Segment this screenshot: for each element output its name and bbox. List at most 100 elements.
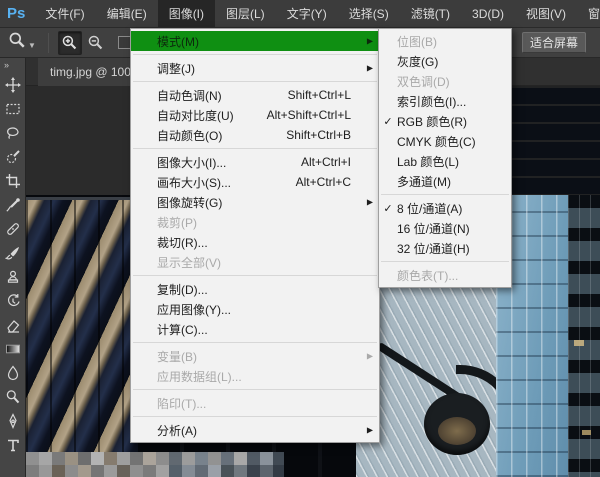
menubar: Ps 文件(F) 编辑(E) 图像(I) 图层(L) 文字(Y) 选择(S) 滤… [0, 0, 600, 28]
eraser-tool-icon [5, 317, 21, 333]
menu-item-apply-image[interactable]: 应用图像(Y)... [131, 299, 379, 319]
menu-item-rgb-color[interactable]: RGB 颜色(R) [379, 111, 511, 131]
menu-item-calculations[interactable]: 计算(C)... [131, 319, 379, 339]
menu-item-8-bits-channel[interactable]: 8 位/通道(A) [379, 198, 511, 218]
brush-tool-icon [5, 245, 21, 261]
marquee-tool-icon [5, 101, 21, 117]
menu-item-image-rotation[interactable]: 图像旋转(G) [131, 192, 379, 212]
tool-move[interactable] [1, 73, 25, 97]
menu-item-32-bits-channel[interactable]: 32 位/通道(H) [379, 238, 511, 258]
tool-blur[interactable] [1, 361, 25, 385]
menu-item-duotone: 双色调(D) [379, 71, 511, 91]
tool-quick-selection[interactable] [1, 145, 25, 169]
crop-tool-icon [5, 173, 21, 189]
menu-item-analysis[interactable]: 分析(A) [131, 420, 379, 440]
zoom-in-button[interactable] [58, 31, 82, 55]
menubar-item-3d[interactable]: 3D(D) [461, 0, 515, 27]
shortcut: Alt+Ctrl+C [296, 175, 371, 189]
tool-gradient[interactable] [1, 337, 25, 361]
dropdown-caret-icon[interactable]: ▼ [28, 41, 36, 50]
menu-separator [131, 386, 379, 393]
photoshop-logo: Ps [0, 0, 34, 27]
menu-item-canvas-size[interactable]: 画布大小(S)...Alt+Ctrl+C [131, 172, 379, 192]
checkmark-icon [379, 115, 397, 128]
blur-tool-icon [5, 365, 21, 381]
menu-item-lab-color[interactable]: Lab 颜色(L) [379, 151, 511, 171]
menu-item-image-size[interactable]: 图像大小(I)...Alt+Ctrl+I [131, 152, 379, 172]
tool-clone-stamp[interactable] [1, 265, 25, 289]
menu-item-indexed-color[interactable]: 索引颜色(I)... [379, 91, 511, 111]
photo-lamp-glass [438, 417, 476, 445]
shortcut: Alt+Shift+Ctrl+L [267, 108, 371, 122]
menu-separator [131, 78, 379, 85]
type-tool-icon [5, 437, 21, 453]
menu-item-adjustments[interactable]: 调整(J) [131, 58, 379, 78]
menu-item-16-bits-channel[interactable]: 16 位/通道(N) [379, 218, 511, 238]
menu-item-reveal-all: 显示全部(V) [131, 252, 379, 272]
history-brush-tool-icon [5, 293, 21, 309]
tool-history-brush[interactable] [1, 289, 25, 313]
menu-item-auto-color[interactable]: 自动颜色(O)Shift+Ctrl+B [131, 125, 379, 145]
shortcut: Shift+Ctrl+L [288, 88, 371, 102]
photo-building-top-right [500, 86, 600, 196]
menu-item-crop: 裁剪(P) [131, 212, 379, 232]
lasso-tool-icon [5, 125, 21, 141]
divider [48, 33, 49, 53]
tool-dodge[interactable] [1, 385, 25, 409]
menubar-item-image[interactable]: 图像(I) [158, 0, 215, 27]
tools-panel: » [0, 58, 26, 477]
tool-eraser[interactable] [1, 313, 25, 337]
photo-lit-window [582, 430, 591, 435]
photoshop-window: Ps 文件(F) 编辑(E) 图像(I) 图层(L) 文字(Y) 选择(S) 滤… [0, 0, 600, 477]
menu-separator [379, 258, 511, 265]
tool-spot-healing-brush[interactable] [1, 217, 25, 241]
menu-item-apply-data-set: 应用数据组(L)... [131, 366, 379, 386]
clone-stamp-tool-icon [5, 269, 21, 285]
collapse-panel-icon[interactable]: » [0, 58, 25, 73]
menu-item-auto-contrast[interactable]: 自动对比度(U)Alt+Shift+Ctrl+L [131, 105, 379, 125]
menu-item-auto-tone[interactable]: 自动色调(N)Shift+Ctrl+L [131, 85, 379, 105]
menu-separator [131, 145, 379, 152]
image-menu-dropdown: 模式(M) 调整(J) 自动色调(N)Shift+Ctrl+L 自动对比度(U)… [130, 28, 380, 443]
menu-item-grayscale[interactable]: 灰度(G) [379, 51, 511, 71]
move-tool-icon [5, 77, 21, 93]
menubar-item-select[interactable]: 选择(S) [338, 0, 400, 27]
menu-item-multichannel[interactable]: 多通道(M) [379, 171, 511, 191]
menubar-item-layer[interactable]: 图层(L) [215, 0, 276, 27]
shortcut: Shift+Ctrl+B [286, 128, 371, 142]
tool-rectangular-marquee[interactable] [1, 97, 25, 121]
menu-item-duplicate[interactable]: 复制(D)... [131, 279, 379, 299]
menubar-item-view[interactable]: 视图(V) [515, 0, 577, 27]
healing-brush-tool-icon [5, 221, 21, 237]
tool-brush[interactable] [1, 241, 25, 265]
tool-lasso[interactable] [1, 121, 25, 145]
shortcut: Alt+Ctrl+I [301, 155, 371, 169]
zoom-tool-icon [8, 31, 26, 54]
zoom-out-button[interactable] [84, 31, 108, 55]
menubar-item-file[interactable]: 文件(F) [34, 0, 95, 27]
tool-crop[interactable] [1, 169, 25, 193]
menubar-item-window[interactable]: 窗口(W) [577, 0, 600, 27]
menu-item-bitmap: 位图(B) [379, 31, 511, 51]
menu-separator [379, 191, 511, 198]
gradient-tool-icon [5, 341, 21, 357]
menu-item-mode[interactable]: 模式(M) [131, 31, 379, 51]
photo-building-left [26, 197, 138, 477]
menu-separator [131, 272, 379, 279]
menubar-item-type[interactable]: 文字(Y) [276, 0, 338, 27]
tool-pen[interactable] [1, 409, 25, 433]
menubar-item-filter[interactable]: 滤镜(T) [400, 0, 461, 27]
tool-eyedropper[interactable] [1, 193, 25, 217]
checkmark-icon [379, 202, 397, 215]
pen-tool-icon [5, 413, 21, 429]
menubar-item-edit[interactable]: 编辑(E) [96, 0, 158, 27]
tool-type[interactable] [1, 433, 25, 457]
menu-item-cmyk-color[interactable]: CMYK 颜色(C) [379, 131, 511, 151]
menu-item-trap: 陷印(T)... [131, 393, 379, 413]
mode-submenu: 位图(B) 灰度(G) 双色调(D) 索引颜色(I)... RGB 颜色(R) … [378, 28, 512, 288]
pixelated-watermark [26, 452, 284, 477]
fit-screen-button[interactable]: 适合屏幕 [522, 32, 586, 53]
eyedropper-tool-icon [5, 197, 21, 213]
menu-separator [131, 51, 379, 58]
menu-item-trim[interactable]: 裁切(R)... [131, 232, 379, 252]
